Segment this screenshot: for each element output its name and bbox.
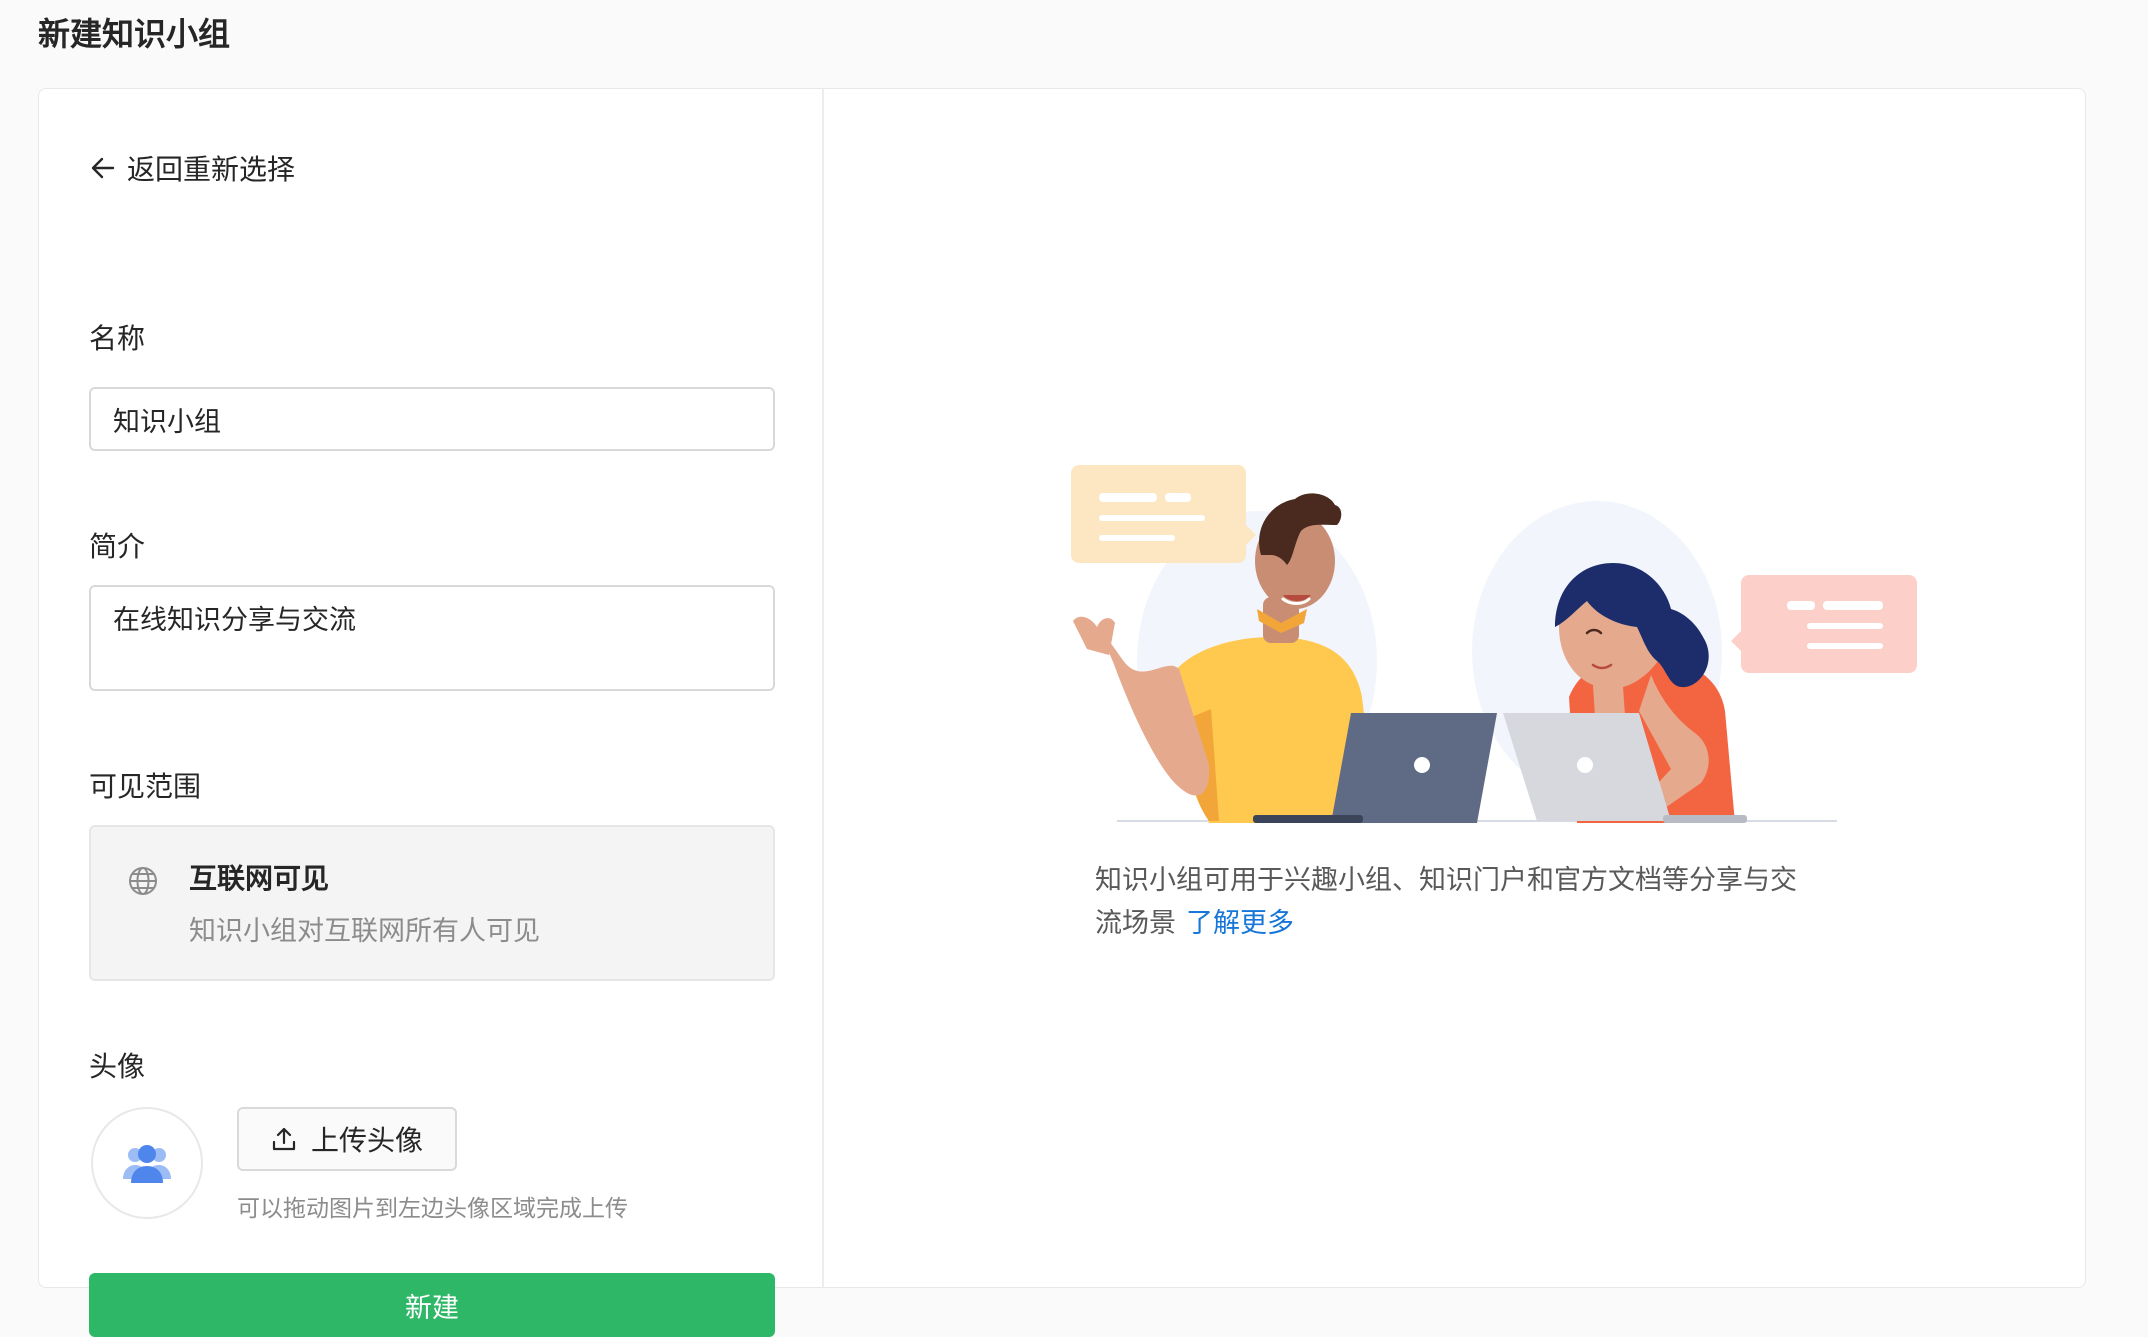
globe-icon	[129, 867, 157, 895]
create-button-label: 新建	[405, 1292, 459, 1324]
learn-more-link[interactable]: 了解更多	[1186, 908, 1294, 939]
intro-textarea[interactable]: 在线知识分享与交流	[89, 585, 775, 691]
collaboration-illustration	[1071, 465, 1917, 823]
upload-icon	[272, 1127, 296, 1151]
page-title: 新建知识小组	[38, 15, 231, 53]
arrow-left-icon	[91, 157, 115, 179]
main-card: 返回重新选择 名称 知识小组 简介 在线知识分享与交流 可见范围 互联网可见 知…	[38, 88, 2086, 1337]
name-input[interactable]: 知识小组	[89, 387, 775, 451]
intro-label: 简介	[89, 530, 146, 563]
visibility-option[interactable]: 互联网可见 知识小组对互联网所有人可见	[89, 825, 775, 981]
intro-textarea-value: 在线知识分享与交流	[113, 605, 356, 636]
visibility-description: 知识小组对互联网所有人可见	[189, 916, 540, 947]
back-link[interactable]: 返回重新选择	[89, 143, 295, 193]
divider	[822, 89, 824, 1287]
create-button[interactable]: 新建	[89, 1273, 775, 1337]
upload-avatar-label: 上传头像	[310, 1124, 423, 1157]
back-link-label: 返回重新选择	[127, 153, 296, 186]
visibility-label: 可见范围	[89, 770, 202, 803]
upload-hint: 可以拖动图片到左边头像区域完成上传	[237, 1196, 628, 1222]
upload-avatar-button[interactable]: 上传头像	[237, 1107, 457, 1171]
name-input-value: 知识小组	[113, 406, 221, 438]
users-icon	[123, 1145, 171, 1183]
info-text: 知识小组可用于兴趣小组、知识门户和官方文档等分享与交流场景 了解更多	[1095, 859, 1815, 945]
name-label: 名称	[89, 322, 146, 355]
visibility-title: 互联网可见	[189, 862, 330, 895]
avatar-label: 头像	[89, 1050, 146, 1083]
avatar-dropzone[interactable]	[91, 1107, 203, 1219]
